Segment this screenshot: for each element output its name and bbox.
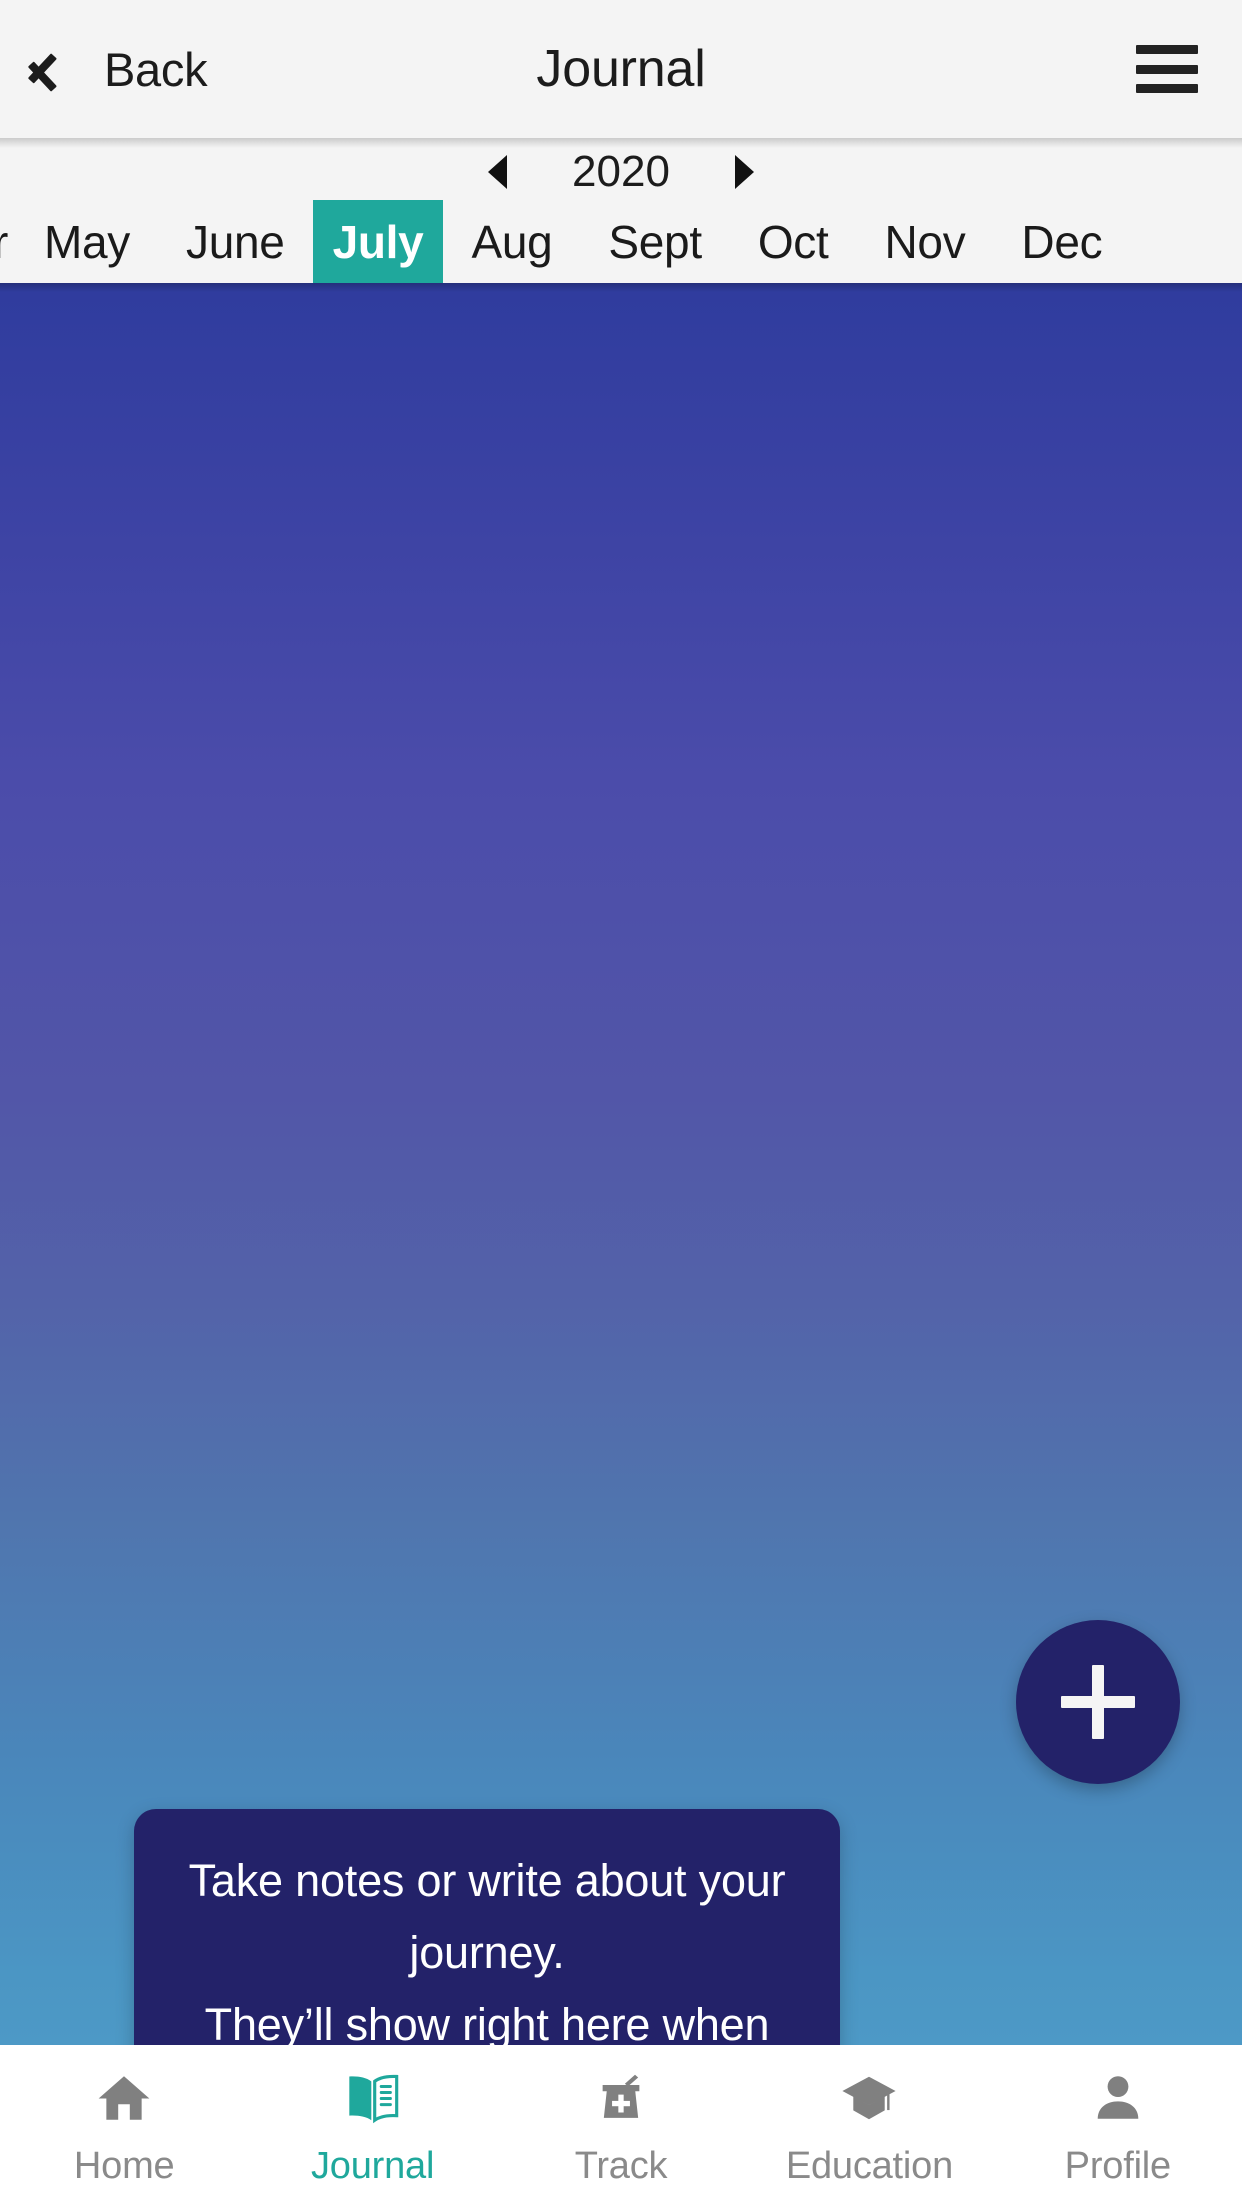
tooltip-line-1: Take notes or write about your journey. [188,1855,786,1978]
month-tab-aug[interactable]: Aug [443,200,580,283]
tab-track[interactable]: Track [497,2067,745,2188]
hamburger-bar [1136,84,1198,93]
tab-home[interactable]: Home [0,2067,248,2188]
month-tab-apr[interactable]: r [0,200,16,283]
back-button[interactable]: Back [40,0,217,138]
graduation-cap-icon [836,2067,902,2129]
mortar-pestle-plus-icon [588,2067,654,2129]
home-icon [91,2067,157,2129]
month-tab-nov[interactable]: Nov [857,200,994,283]
triangle-left-icon[interactable] [488,155,507,189]
tab-label: Profile [1064,2145,1172,2187]
month-tabs[interactable]: r May June July Aug Sept Oct Nov Dec [0,200,1242,283]
month-tab-may[interactable]: May [16,200,158,283]
hamburger-menu-icon[interactable] [1136,44,1198,94]
month-tab-label: Aug [471,215,553,268]
month-tab-label: Dec [1021,215,1103,268]
bottom-tab-bar: Home Journal Track Education Profile [0,2045,1242,2208]
tab-journal[interactable]: Journal [248,2067,496,2188]
tab-label: Track [574,2145,668,2187]
chevron-left-icon [40,40,84,98]
month-tab-label: r [0,215,8,268]
month-tab-label: May [44,215,131,268]
calendar-strip: 2020 r May June July Aug Sept Oct Nov De… [0,138,1242,292]
month-tab-sept[interactable]: Sept [580,200,729,283]
month-tab-label: Nov [884,215,966,268]
year-label: 2020 [572,147,670,196]
tooltip-line-2: They’ll show right here when you’re done… [204,1999,770,2045]
tab-label: Home [73,2145,175,2187]
empty-state-tooltip: Take notes or write about your journey. … [134,1809,840,2045]
plus-icon [1061,1665,1135,1739]
hamburger-bar [1136,45,1198,54]
triangle-right-icon[interactable] [735,155,754,189]
app-screen: Back Journal 2020 r May June July Aug Se… [0,0,1242,2208]
hamburger-bar [1136,64,1198,74]
tab-label: Education [785,2145,954,2187]
person-icon [1085,2067,1151,2129]
month-tab-oct[interactable]: Oct [730,200,857,283]
month-tab-label: June [186,215,285,268]
month-tab-july[interactable]: July [312,200,444,283]
month-tab-label: July [332,215,424,268]
nav-header: Back Journal [0,0,1242,148]
month-tab-label: Oct [757,215,829,268]
add-entry-fab[interactable] [1016,1620,1180,1784]
open-book-icon [340,2067,406,2129]
tab-profile[interactable]: Profile [994,2067,1242,2188]
month-tab-june[interactable]: June [158,200,313,283]
tab-education[interactable]: Education [745,2067,993,2188]
back-button-label: Back [104,42,208,96]
journal-empty-state: Take notes or write about your journey. … [0,283,1242,2045]
month-tab-dec[interactable]: Dec [993,200,1130,283]
month-tab-label: Sept [608,215,702,268]
year-selector: 2020 [0,138,1242,200]
tab-label: Journal [310,2145,435,2187]
